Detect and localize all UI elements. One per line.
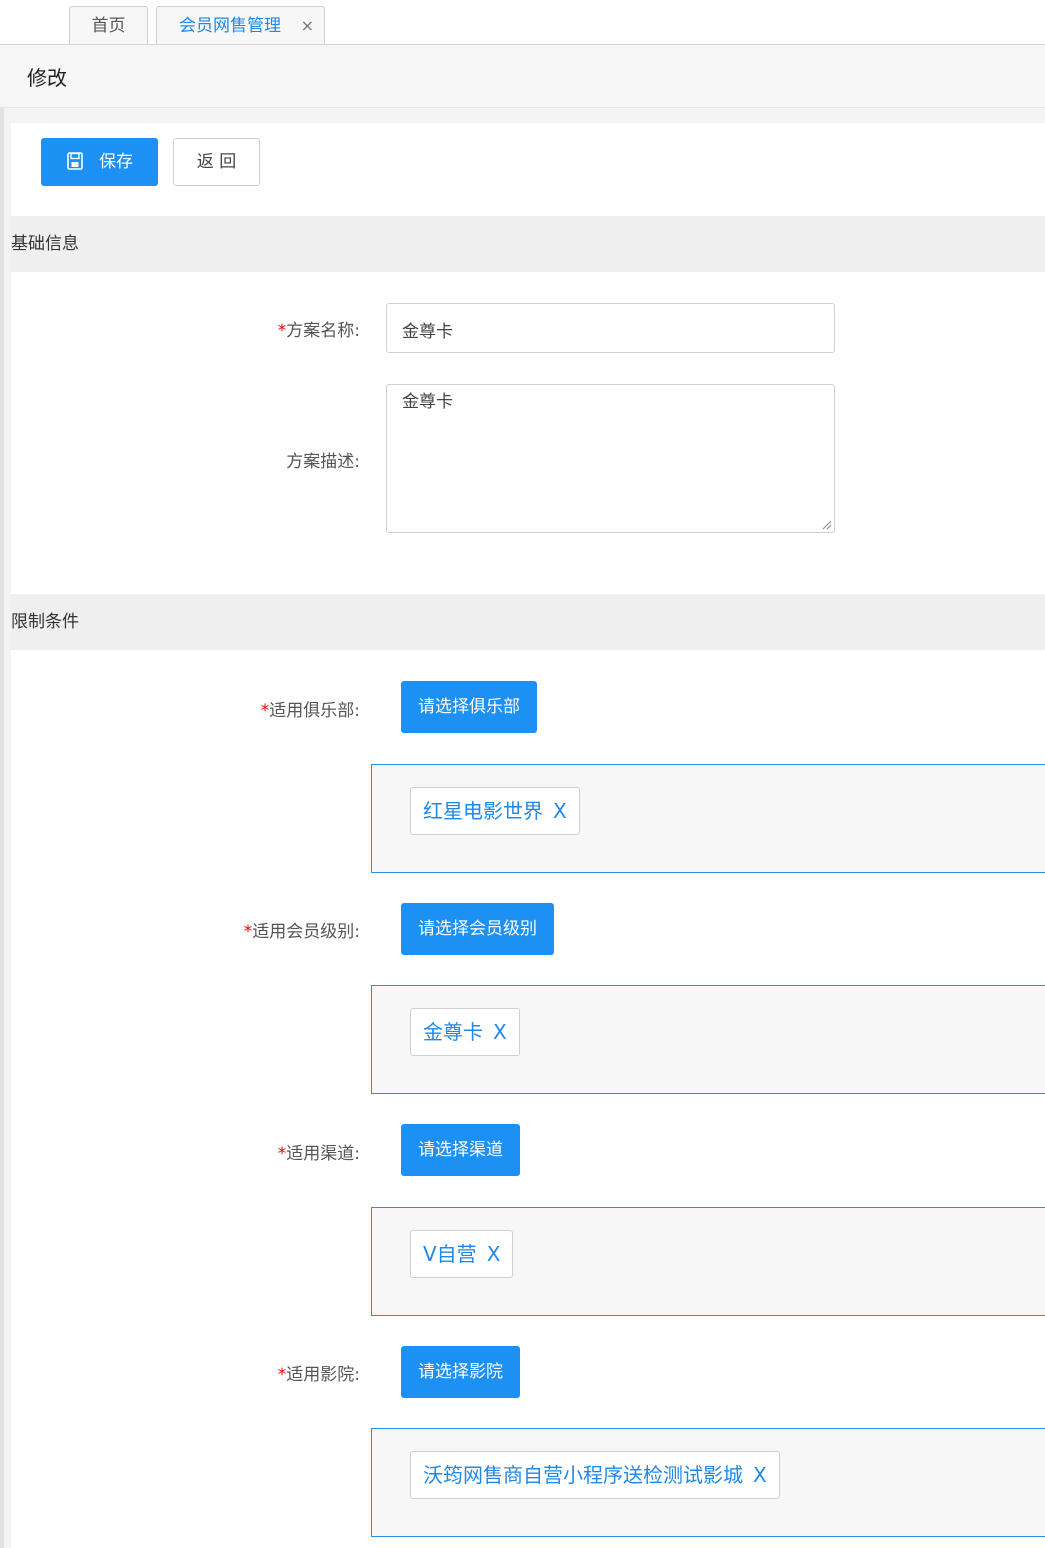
channel-label: *适用渠道:: [277, 1144, 360, 1164]
back-button[interactable]: 返 回: [173, 138, 260, 186]
floppy-disk-icon: [67, 152, 83, 170]
required-mark: *: [277, 1144, 287, 1164]
club-label: *适用俱乐部:: [260, 701, 360, 721]
required-mark: *: [277, 321, 287, 341]
select-club-button[interactable]: 请选择俱乐部: [401, 681, 537, 733]
close-icon[interactable]: ×: [301, 7, 314, 45]
club-tag: 红星电影世界 X: [410, 787, 580, 835]
scheme-desc-text: 金尊卡: [402, 392, 453, 412]
scheme-name-field[interactable]: 金尊卡: [386, 303, 835, 353]
member-level-tag-box: 金尊卡 X: [371, 985, 1045, 1094]
required-mark: *: [243, 922, 253, 942]
cinema-tag-box: 沃筠网售商自营小程序送检测试影城 X: [371, 1428, 1045, 1537]
scheme-desc-field[interactable]: 金尊卡: [386, 384, 835, 533]
save-button[interactable]: 保存: [41, 138, 158, 186]
save-button-label: 保存: [99, 152, 133, 172]
select-cinema-button[interactable]: 请选择影院: [401, 1346, 520, 1398]
required-mark: *: [260, 701, 270, 721]
select-member-level-button[interactable]: 请选择会员级别: [401, 903, 554, 955]
tag-label: 金尊卡: [423, 1020, 483, 1044]
cinema-label: *适用影院:: [277, 1365, 360, 1385]
page-title: 修改: [27, 66, 67, 90]
club-tag-box: 红星电影世界 X: [371, 764, 1045, 873]
remove-tag-icon[interactable]: X: [487, 1242, 501, 1266]
scheme-name-label: *方案名称:: [277, 321, 360, 341]
tab-label: 会员网售管理: [179, 16, 281, 36]
select-channel-button[interactable]: 请选择渠道: [401, 1124, 520, 1176]
channel-tag: V自营 X: [410, 1230, 514, 1278]
tag-label: V自营: [423, 1242, 477, 1266]
required-mark: *: [277, 1365, 287, 1385]
tab-member-online-sales[interactable]: 会员网售管理 ×: [156, 6, 325, 44]
page-header: 修改: [0, 45, 1045, 108]
cinema-tag: 沃筠网售商自营小程序送检测试影城 X: [410, 1451, 780, 1499]
tag-label: 红星电影世界: [423, 799, 543, 823]
remove-tag-icon[interactable]: X: [753, 1463, 767, 1487]
tag-label: 沃筠网售商自营小程序送检测试影城: [423, 1463, 743, 1487]
section-basic-info: 基础信息: [11, 216, 1045, 272]
member-level-label: *适用会员级别:: [243, 922, 360, 942]
member-level-tag: 金尊卡 X: [410, 1008, 520, 1056]
remove-tag-icon[interactable]: X: [493, 1020, 507, 1044]
toolbar: 保存 返 回: [11, 123, 1045, 216]
scheme-desc-label: 方案描述:: [286, 452, 360, 472]
section-limits: 限制条件: [11, 594, 1045, 650]
tab-home[interactable]: 首页: [69, 6, 148, 44]
remove-tag-icon[interactable]: X: [553, 799, 567, 823]
left-edge: [0, 0, 4, 1548]
channel-tag-box: V自营 X: [371, 1207, 1045, 1316]
tab-bar: 首页 会员网售管理 ×: [0, 0, 1045, 45]
resize-grip-icon[interactable]: [822, 520, 832, 530]
